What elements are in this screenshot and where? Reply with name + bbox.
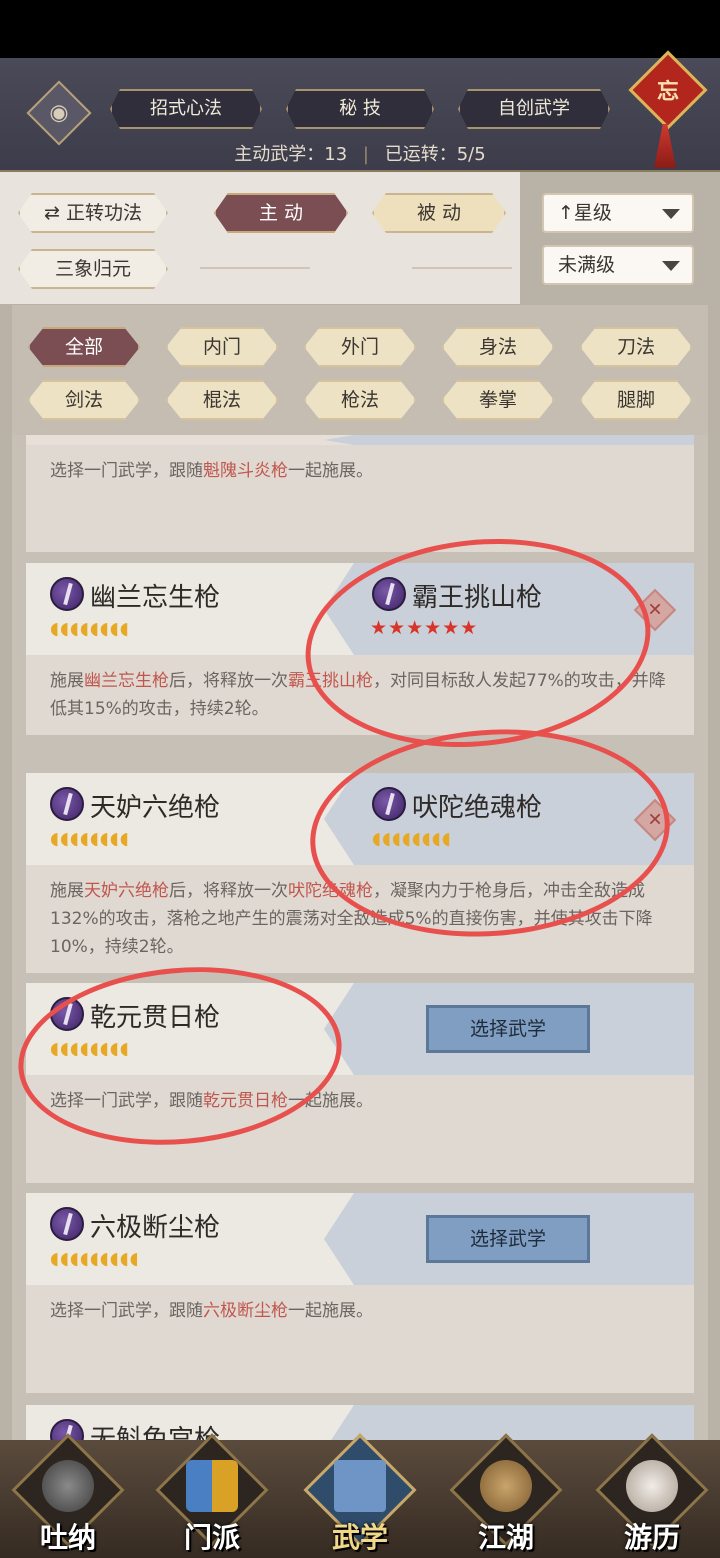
skill-name: 幽兰忘生枪 xyxy=(90,583,221,613)
badge-label: 忘 xyxy=(656,80,680,105)
desc-text: 后，将释放一次 xyxy=(169,671,288,691)
skill-name: 六极断尘枪 xyxy=(90,1213,221,1243)
category-label: 拳掌 xyxy=(478,389,517,411)
moon-rating: ◖◖◖◖◖◖◖◖◖ xyxy=(50,1249,140,1269)
category-sword[interactable]: 剑法 xyxy=(28,380,140,420)
sanxiang-button[interactable]: 三象归元 xyxy=(18,249,168,289)
swap-icon: ⇄ xyxy=(44,202,66,224)
meditation-figure-icon xyxy=(42,1460,94,1512)
category-label: 腿脚 xyxy=(616,389,655,411)
nav-label: 武学 xyxy=(331,1521,388,1554)
nav-martial[interactable]: 武学 xyxy=(303,1433,417,1554)
tab-secret-skill-label: 秘 技 xyxy=(339,98,381,119)
skill-stats: 主动武学：13 | 已运转：5/5 xyxy=(234,144,486,165)
desc-highlight: 天妒六绝枪 xyxy=(84,881,169,901)
category-label: 外门 xyxy=(340,336,379,358)
desc-text: 施展 xyxy=(50,671,84,691)
sanxiang-label: 三象归元 xyxy=(54,258,131,280)
moon-rating: ◖◖◖◖◖◖◖◖ xyxy=(50,829,130,849)
select-martial-button[interactable]: 选择武学 xyxy=(426,1215,590,1263)
martial-book-icon xyxy=(334,1460,386,1512)
spear-skill-icon xyxy=(50,577,84,611)
active-count: 主动武学：13 xyxy=(234,144,348,165)
active-filter-label: 主 动 xyxy=(258,202,304,224)
category-footwork[interactable]: 身法 xyxy=(442,327,554,367)
category-label: 棍法 xyxy=(202,389,241,411)
nav-label: 游历 xyxy=(623,1521,680,1554)
desc-text: 施展 xyxy=(50,881,84,901)
category-all[interactable]: 全部 xyxy=(28,327,140,367)
chevron-down-icon xyxy=(662,261,680,271)
active-filter-button[interactable]: 主 动 xyxy=(214,193,348,233)
nav-tuna[interactable]: 吐纳 xyxy=(11,1433,125,1554)
nav-label: 江湖 xyxy=(477,1521,534,1554)
category-fist[interactable]: 拳掌 xyxy=(442,380,554,420)
tab-custom-martial-label: 自创武学 xyxy=(498,98,570,119)
select-martial-button[interactable]: 选择武学 xyxy=(426,1005,590,1053)
passive-filter-button[interactable]: 被 动 xyxy=(372,193,506,233)
category-spear[interactable]: 枪法 xyxy=(304,380,416,420)
desc-text: 选择一门武学，跟随 xyxy=(50,461,203,481)
nav-sect[interactable]: 门派 xyxy=(155,1433,269,1554)
skill-card: 选择一门武学，跟随魁隗斗炎枪一起施展。 xyxy=(26,435,694,552)
sort-dropdown[interactable]: ↑星级 xyxy=(542,193,694,233)
category-inner[interactable]: 内门 xyxy=(166,327,278,367)
sort-dropdown-value: 星级 xyxy=(573,202,612,224)
chevron-down-icon xyxy=(662,209,680,219)
category-blade[interactable]: 刀法 xyxy=(580,327,692,367)
tab-moves-method[interactable]: 招式心法 xyxy=(110,89,262,129)
horse-icon xyxy=(626,1460,678,1512)
level-dropdown[interactable]: 未满级 xyxy=(542,245,694,285)
desc-text: 一起施展。 xyxy=(288,1301,373,1321)
desc-text: 一起施展。 xyxy=(288,461,373,481)
desc-highlight: 六极断尘枪 xyxy=(203,1301,288,1321)
category-leg[interactable]: 腿脚 xyxy=(580,380,692,420)
skill-card: 六极断尘枪 ◖◖◖◖◖◖◖◖◖ 选择武学 选择一门武学，跟随六极断尘枪一起施展。 xyxy=(26,1193,694,1393)
category-outer[interactable]: 外门 xyxy=(304,327,416,367)
card-description: 选择一门武学，跟随六极断尘枪一起施展。 xyxy=(50,1297,680,1325)
desc-text: 选择一门武学，跟随 xyxy=(50,1301,203,1321)
nav-label: 门派 xyxy=(183,1521,240,1554)
category-label: 全部 xyxy=(64,336,103,358)
skill-name: 天妒六绝枪 xyxy=(90,793,221,823)
up-arrow-icon: ↑ xyxy=(558,202,574,224)
moon-rating: ◖◖◖◖◖◖◖◖ xyxy=(50,619,130,639)
category-label: 身法 xyxy=(478,336,517,358)
spear-skill-icon xyxy=(50,787,84,821)
divider xyxy=(200,267,310,269)
category-label: 枪法 xyxy=(340,389,379,411)
card-header-right xyxy=(324,435,694,445)
desc-highlight: 幽兰忘生枪 xyxy=(84,671,169,691)
card-description: 选择一门武学，跟随魁隗斗炎枪一起施展。 xyxy=(50,457,680,485)
category-staff[interactable]: 棍法 xyxy=(166,380,278,420)
tab-secret-skill[interactable]: 秘 技 xyxy=(286,89,434,129)
category-label: 内门 xyxy=(202,336,241,358)
running-count: 已运转：5/5 xyxy=(384,144,486,165)
straw-hat-icon xyxy=(480,1460,532,1512)
category-label: 刀法 xyxy=(616,336,655,358)
category-label: 剑法 xyxy=(64,389,103,411)
desc-text: 后，将释放一次 xyxy=(169,881,288,901)
nav-label: 吐纳 xyxy=(39,1521,96,1554)
tab-moves-method-label: 招式心法 xyxy=(150,98,222,119)
status-bar xyxy=(0,0,720,58)
level-dropdown-value: 未满级 xyxy=(558,254,616,276)
nav-jianghu[interactable]: 江湖 xyxy=(449,1433,563,1554)
nav-travel[interactable]: 游历 xyxy=(595,1433,709,1554)
desc-highlight: 魁隗斗炎枪 xyxy=(203,461,288,481)
reverse-mode-button[interactable]: ⇄ 正转功法 xyxy=(18,193,168,233)
divider xyxy=(412,267,512,269)
passive-filter-label: 被 动 xyxy=(416,202,462,224)
spear-skill-icon xyxy=(50,1207,84,1241)
reverse-mode-label: 正转功法 xyxy=(65,202,142,224)
sect-banner-icon xyxy=(186,1460,238,1512)
tab-custom-martial[interactable]: 自创武学 xyxy=(458,89,610,129)
close-icon: ✕ xyxy=(647,599,663,621)
